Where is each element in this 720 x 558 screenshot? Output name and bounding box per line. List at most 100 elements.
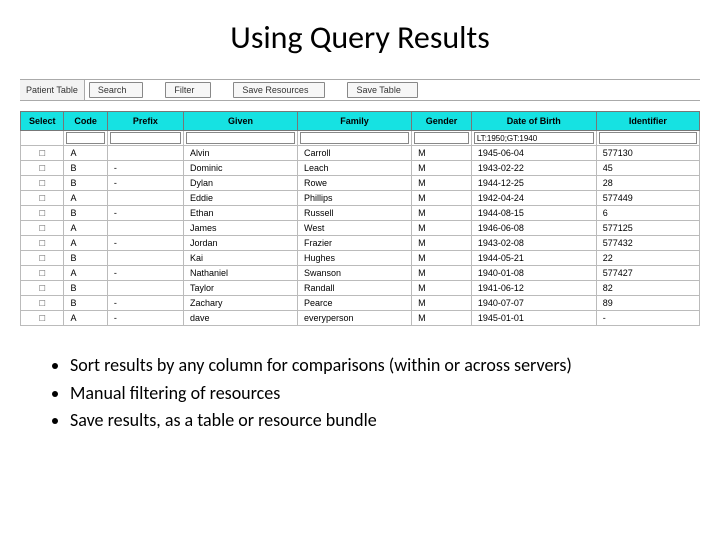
- select-cell[interactable]: ☐: [21, 251, 64, 266]
- prefix-cell: [107, 191, 183, 206]
- filter-dob[interactable]: [474, 132, 594, 144]
- code-cell: B: [64, 296, 107, 311]
- prefix-cell: -: [107, 161, 183, 176]
- table-row[interactable]: ☐B-DominicLeachM1943-02-2245: [21, 161, 700, 176]
- code-cell: B: [64, 161, 107, 176]
- gender-cell: M: [412, 281, 472, 296]
- ident-cell: 577432: [596, 236, 699, 251]
- code-cell: A: [64, 311, 107, 326]
- select-cell[interactable]: ☐: [21, 281, 64, 296]
- slide-title: Using Query Results: [0, 18, 720, 57]
- code-cell: B: [64, 251, 107, 266]
- dob-cell: 1944-05-21: [471, 251, 596, 266]
- given-cell: dave: [183, 311, 297, 326]
- prefix-cell: -: [107, 266, 183, 281]
- given-cell: Kai: [183, 251, 297, 266]
- table-row[interactable]: ☐BKaiHughesM1944-05-2122: [21, 251, 700, 266]
- family-cell: Frazier: [298, 236, 412, 251]
- select-cell[interactable]: ☐: [21, 296, 64, 311]
- code-cell: B: [64, 176, 107, 191]
- family-cell: Pearce: [298, 296, 412, 311]
- col-select[interactable]: Select: [21, 112, 64, 131]
- prefix-cell: -: [107, 176, 183, 191]
- prefix-cell: -: [107, 311, 183, 326]
- bullet-item: Manual filtering of resources: [70, 382, 670, 405]
- col-dob[interactable]: Date of Birth: [471, 112, 596, 131]
- header-row: Select Code Prefix Given Family Gender D…: [21, 112, 700, 131]
- prefix-cell: [107, 146, 183, 161]
- dob-cell: 1940-01-08: [471, 266, 596, 281]
- col-family[interactable]: Family: [298, 112, 412, 131]
- select-cell[interactable]: ☐: [21, 236, 64, 251]
- filter-prefix[interactable]: [110, 132, 181, 144]
- select-cell[interactable]: ☐: [21, 191, 64, 206]
- family-cell: Rowe: [298, 176, 412, 191]
- prefix-cell: -: [107, 206, 183, 221]
- given-cell: Nathaniel: [183, 266, 297, 281]
- col-ident[interactable]: Identifier: [596, 112, 699, 131]
- given-cell: Eddie: [183, 191, 297, 206]
- table-row[interactable]: ☐BTaylorRandallM1941-06-1282: [21, 281, 700, 296]
- table-row[interactable]: ☐AAlvinCarrollM1945-06-04577130: [21, 146, 700, 161]
- col-prefix[interactable]: Prefix: [107, 112, 183, 131]
- family-cell: Carroll: [298, 146, 412, 161]
- select-cell[interactable]: ☐: [21, 161, 64, 176]
- select-cell[interactable]: ☐: [21, 176, 64, 191]
- code-cell: A: [64, 236, 107, 251]
- filter-given[interactable]: [186, 132, 295, 144]
- ident-cell: 6: [596, 206, 699, 221]
- family-cell: Hughes: [298, 251, 412, 266]
- table-row[interactable]: ☐A-NathanielSwansonM1940-01-08577427: [21, 266, 700, 281]
- save-resources-button[interactable]: Save Resources: [233, 82, 325, 98]
- table-row[interactable]: ☐A-JordanFrazierM1943-02-08577432: [21, 236, 700, 251]
- col-gender[interactable]: Gender: [412, 112, 472, 131]
- dob-cell: 1941-06-12: [471, 281, 596, 296]
- select-cell[interactable]: ☐: [21, 266, 64, 281]
- table-row[interactable]: ☐B-EthanRussellM1944-08-156: [21, 206, 700, 221]
- bullet-item: Sort results by any column for compariso…: [70, 354, 670, 377]
- filter-button[interactable]: Filter: [165, 82, 211, 98]
- results-table: Select Code Prefix Given Family Gender D…: [20, 111, 700, 326]
- select-cell[interactable]: ☐: [21, 311, 64, 326]
- code-cell: B: [64, 281, 107, 296]
- ident-cell: 28: [596, 176, 699, 191]
- gender-cell: M: [412, 191, 472, 206]
- select-cell[interactable]: ☐: [21, 206, 64, 221]
- filter-code[interactable]: [66, 132, 104, 144]
- table-row[interactable]: ☐B-ZacharyPearceM1940-07-0789: [21, 296, 700, 311]
- given-cell: Alvin: [183, 146, 297, 161]
- family-cell: West: [298, 221, 412, 236]
- prefix-cell: [107, 221, 183, 236]
- prefix-cell: [107, 281, 183, 296]
- save-table-button[interactable]: Save Table: [347, 82, 417, 98]
- select-cell[interactable]: ☐: [21, 221, 64, 236]
- panel-label: Patient Table: [20, 80, 85, 100]
- filter-gender[interactable]: [414, 132, 469, 144]
- ident-cell: 82: [596, 281, 699, 296]
- code-cell: B: [64, 206, 107, 221]
- app-screenshot: Patient Table Search Filter Save Resourc…: [20, 79, 700, 326]
- table-row[interactable]: ☐AEddiePhillipsM1942-04-24577449: [21, 191, 700, 206]
- family-cell: Randall: [298, 281, 412, 296]
- table-row[interactable]: ☐B-DylanRoweM1944-12-2528: [21, 176, 700, 191]
- family-cell: Phillips: [298, 191, 412, 206]
- filter-ident[interactable]: [599, 132, 697, 144]
- family-cell: Leach: [298, 161, 412, 176]
- table-row[interactable]: ☐AJamesWestM1946-06-08577125: [21, 221, 700, 236]
- given-cell: Zachary: [183, 296, 297, 311]
- ident-cell: -: [596, 311, 699, 326]
- code-cell: A: [64, 266, 107, 281]
- col-given[interactable]: Given: [183, 112, 297, 131]
- select-cell[interactable]: ☐: [21, 146, 64, 161]
- ident-cell: 45: [596, 161, 699, 176]
- gender-cell: M: [412, 176, 472, 191]
- col-code[interactable]: Code: [64, 112, 107, 131]
- ident-cell: 577449: [596, 191, 699, 206]
- search-button[interactable]: Search: [89, 82, 144, 98]
- filter-family[interactable]: [300, 132, 409, 144]
- table-row[interactable]: ☐A-daveeverypersonM1945-01-01-: [21, 311, 700, 326]
- gender-cell: M: [412, 296, 472, 311]
- ident-cell: 22: [596, 251, 699, 266]
- gender-cell: M: [412, 311, 472, 326]
- gender-cell: M: [412, 266, 472, 281]
